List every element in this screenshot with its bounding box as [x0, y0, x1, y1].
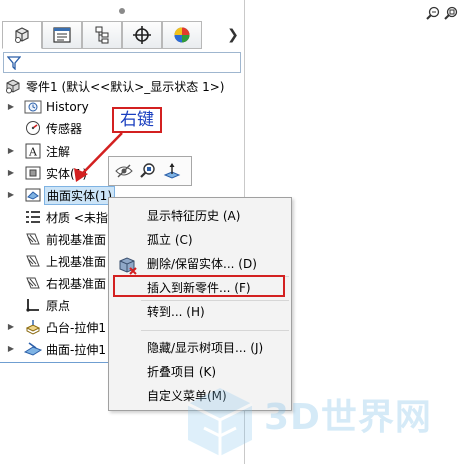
expand-arrow-icon: [5, 118, 17, 138]
tree-filter-bar[interactable]: [3, 52, 241, 73]
panel-tabstrip: ❯: [0, 21, 244, 49]
boss-extrude-icon: [24, 318, 42, 336]
tree-item-history[interactable]: ▶ History: [0, 97, 89, 117]
tree-item-right-plane[interactable]: 右视基准面: [0, 273, 106, 293]
tree-item-label: 注解: [46, 144, 71, 159]
surface-extrude-icon: [24, 340, 42, 358]
tab-configuration-manager[interactable]: [82, 21, 122, 49]
tree-item-label: 传感器: [46, 121, 83, 136]
configuration-manager-icon: [95, 26, 109, 44]
tree-item-label: 原点: [46, 298, 71, 313]
origin-icon: [24, 296, 42, 314]
tree-item-annotations[interactable]: ▶ A 注解: [0, 141, 70, 161]
hide-eye-icon[interactable]: [115, 164, 133, 178]
surface-bodies-context-menu: 显示特征历史 (A) 孤立 (C) 删除/保留实体... (D) 插入到新零件.…: [108, 197, 292, 411]
tree-item-top-plane[interactable]: 上视基准面: [0, 251, 106, 271]
expand-arrow-icon[interactable]: ▶: [5, 97, 17, 117]
panel-grip[interactable]: [119, 8, 125, 14]
display-manager-icon: [174, 27, 190, 43]
menu-item-show-feature-history[interactable]: 显示特征历史 (A): [147, 206, 240, 226]
tree-item-label: 实体(1): [46, 166, 87, 181]
watermark-cube-logo: [187, 388, 253, 456]
watermark-text: 3D世界网: [264, 397, 432, 438]
tree-root-label: 零件1 (默认<<默认>_显示状态 1>): [26, 79, 225, 94]
feature-manager-icon: [15, 27, 29, 43]
expand-arrow-icon[interactable]: ▶: [5, 141, 17, 161]
tree-item-surface-bodies[interactable]: ▶ 曲面实体(1): [0, 185, 115, 205]
menu-item-go-to[interactable]: 转到... (H): [147, 302, 205, 322]
site-watermark: 3D世界网: [180, 382, 431, 462]
tree-item-label: 上视基准面: [46, 254, 107, 269]
filter-icon: [7, 56, 21, 70]
annotation-icon: A: [24, 142, 42, 160]
tree-item-label: History: [46, 100, 89, 114]
solid-bodies-icon: [24, 164, 42, 182]
tab-scroll-right-icon[interactable]: ❯: [226, 27, 240, 43]
dimxpert-icon: [133, 26, 151, 44]
tab-feature-manager[interactable]: [2, 21, 42, 49]
expand-arrow-icon[interactable]: ▶: [5, 339, 17, 359]
delete-keep-body-icon: [119, 257, 137, 275]
zoom-to-fit-icon[interactable]: [426, 6, 440, 20]
normal-to-icon[interactable]: [163, 162, 181, 180]
expand-arrow-icon: [5, 207, 17, 227]
expand-arrow-icon: [5, 251, 17, 271]
expand-arrow-icon: [5, 273, 17, 293]
right-click-callout: 右键: [112, 107, 162, 133]
view-toolbar: [426, 6, 458, 20]
tree-item-surface-extrude[interactable]: ▶ 曲面-拉伸1: [0, 339, 106, 359]
property-manager-icon: [53, 27, 71, 43]
menu-separator: [141, 300, 289, 301]
expand-arrow-icon[interactable]: ▶: [5, 163, 17, 183]
zoom-to-area-icon[interactable]: [444, 6, 458, 20]
menu-item-hide-show-tree-items[interactable]: 隐藏/显示树项目... (J): [147, 338, 263, 358]
zoom-to-selection-icon[interactable]: [139, 162, 157, 180]
tab-dimxpert[interactable]: [122, 21, 162, 49]
tree-item-sensors[interactable]: 传感器: [0, 118, 82, 138]
tree-item-label: 曲面实体(1): [44, 185, 115, 205]
surface-bodies-icon: [24, 186, 42, 204]
expand-arrow-icon: [5, 295, 17, 315]
tree-item-origin[interactable]: 原点: [0, 295, 70, 315]
tab-display-manager[interactable]: [162, 21, 202, 49]
tree-item-label: 右视基准面: [46, 276, 107, 291]
tree-item-boss-extrude[interactable]: ▶ 凸台-拉伸1: [0, 317, 106, 337]
expand-arrow-icon[interactable]: ▶: [5, 185, 17, 205]
tree-root-part[interactable]: 零件1 (默认<<默认>_显示状态 1>): [4, 76, 224, 96]
tree-item-label: 曲面-拉伸1: [46, 342, 106, 357]
material-icon: [24, 208, 42, 226]
mini-context-toolbar: [108, 156, 192, 186]
menu-separator: [141, 330, 289, 331]
plane-icon: [24, 274, 42, 292]
svg-text:A: A: [28, 146, 38, 159]
tree-item-label: 凸台-拉伸1: [46, 320, 106, 335]
tree-item-label: 前视基准面: [46, 232, 107, 247]
sensor-icon: [24, 119, 42, 137]
menu-item-isolate[interactable]: 孤立 (C): [147, 230, 193, 250]
expand-arrow-icon: [5, 229, 17, 249]
history-icon: [24, 98, 42, 116]
expand-arrow-icon[interactable]: ▶: [5, 317, 17, 337]
tab-property-manager[interactable]: [42, 21, 82, 49]
plane-icon: [24, 230, 42, 248]
menu-item-collapse-items[interactable]: 折叠项目 (K): [147, 362, 216, 382]
menu-item-delete-keep-body[interactable]: 删除/保留实体... (D): [147, 254, 257, 274]
part-icon: [6, 79, 20, 94]
tree-item-front-plane[interactable]: 前视基准面: [0, 229, 106, 249]
insert-new-part-highlight: [113, 275, 285, 297]
plane-icon: [24, 252, 42, 270]
tree-item-solid-bodies[interactable]: ▶ 实体(1): [0, 163, 87, 183]
